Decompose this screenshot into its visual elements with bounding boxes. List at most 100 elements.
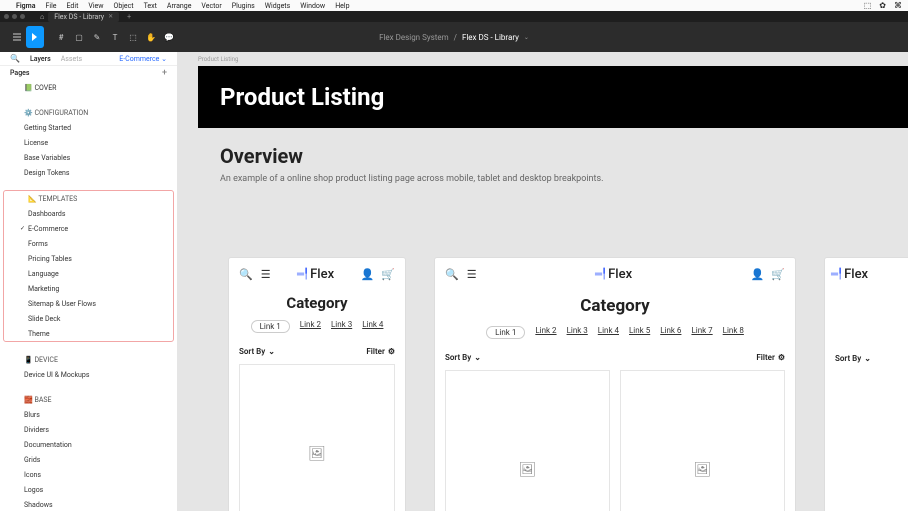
frame-label[interactable]: Product Listing — [198, 56, 238, 63]
filter-icon: ⚙ — [778, 353, 785, 362]
page-item[interactable]: Marketing — [4, 281, 173, 296]
page-item-selected[interactable]: ✓E-Commerce — [4, 221, 173, 236]
menu-item[interactable]: Object — [114, 2, 134, 10]
menu-item[interactable]: Window — [300, 2, 325, 10]
page-item[interactable]: Dashboards — [4, 206, 173, 221]
frame-desktop[interactable]: ═╿Flex Sort By ⌄ — [824, 257, 908, 511]
page-item[interactable]: Design Tokens — [0, 165, 177, 180]
menu-item[interactable]: Figma — [16, 2, 36, 10]
page-section[interactable]: 📐 TEMPLATES — [4, 191, 173, 206]
page-dropdown[interactable]: E-Commerce ⌄ — [119, 55, 167, 63]
page-item[interactable]: Getting Started — [0, 120, 177, 135]
nav-link[interactable]: Link 4 — [362, 320, 383, 333]
nav-link[interactable]: Link 3 — [331, 320, 352, 333]
nav-link[interactable]: Link 7 — [691, 326, 712, 339]
resource-tool[interactable]: ⬚ — [124, 26, 142, 48]
page-item[interactable]: Slide Deck — [4, 311, 173, 326]
page-item[interactable]: Language — [4, 266, 173, 281]
canvas[interactable]: Product Listing Product Listing Overview… — [178, 52, 908, 511]
nav-link[interactable]: Link 2 — [535, 326, 556, 339]
search-icon[interactable]: 🔍 — [445, 268, 459, 281]
user-icon[interactable]: 👤 — [361, 268, 375, 281]
menu-icon[interactable] — [8, 26, 26, 48]
sort-by-dropdown[interactable]: Sort By ⌄ — [239, 347, 275, 356]
page-item[interactable]: Documentation — [0, 437, 177, 452]
nav-link[interactable]: Link 2 — [300, 320, 321, 333]
page-item[interactable]: Dividers — [0, 422, 177, 437]
breadcrumb-parent[interactable]: Flex Design System — [379, 33, 449, 42]
assets-tab[interactable]: Assets — [61, 55, 82, 63]
menu-icon[interactable]: ☰ — [261, 268, 271, 281]
page-item[interactable]: Pricing Tables — [4, 251, 173, 266]
page-item[interactable]: Grids — [0, 452, 177, 467]
product-card[interactable]: 🖼 — [445, 370, 610, 511]
sort-by-dropdown[interactable]: Sort By ⌄ — [835, 354, 871, 363]
traffic-lights[interactable] — [4, 14, 25, 19]
frame-tablet[interactable]: 🔍 ☰ ═╿Flex 👤 🛒 Category Link 1 Link 2 Li… — [434, 257, 796, 511]
menu-item[interactable]: Text — [144, 2, 157, 10]
page-item[interactable]: Blurs — [0, 407, 177, 422]
menu-item[interactable]: Arrange — [167, 2, 192, 10]
breadcrumb-current[interactable]: Flex DS - Library — [462, 33, 519, 42]
page-item[interactable]: License — [0, 135, 177, 150]
shape-tool[interactable]: ▢ — [70, 26, 88, 48]
close-icon[interactable]: ✕ — [108, 13, 113, 20]
menu-item[interactable]: View — [88, 2, 103, 10]
user-icon[interactable]: 👤 — [751, 268, 765, 281]
sort-by-dropdown[interactable]: Sort By ⌄ — [445, 353, 481, 362]
filter-icon: ⚙ — [388, 347, 395, 356]
tab-title: Flex DS - Library — [54, 13, 104, 21]
frame-mobile[interactable]: 🔍 ☰ ═╿Flex 👤 🛒 Category Link 1 Link 2 Li… — [228, 257, 406, 511]
menu-icon[interactable]: ☰ — [467, 268, 477, 281]
filter-button[interactable]: Filter ⚙ — [756, 353, 785, 362]
page-item[interactable]: Shadows — [0, 497, 177, 511]
search-icon[interactable]: 🔍 — [10, 54, 20, 63]
product-card[interactable]: 🖼 — [239, 364, 395, 511]
menu-item[interactable]: Edit — [67, 2, 79, 10]
nav-link[interactable]: Link 5 — [629, 326, 650, 339]
move-tool[interactable] — [26, 26, 44, 48]
comment-tool[interactable]: 💬 — [160, 26, 178, 48]
nav-link[interactable]: Link 1 — [251, 320, 290, 333]
text-tool[interactable]: T — [106, 26, 124, 48]
page-item[interactable]: Theme — [4, 326, 173, 341]
breadcrumb[interactable]: Flex Design System / Flex DS - Library ⌄ — [379, 33, 529, 42]
page-item[interactable]: Base Variables — [0, 150, 177, 165]
page-item[interactable]: Icons — [0, 467, 177, 482]
chevron-down-icon: ⌄ — [864, 354, 871, 363]
page-section[interactable]: 🧱 BASE — [0, 392, 177, 407]
filter-button[interactable]: Filter ⚙ — [366, 347, 395, 356]
page-section[interactable]: ⚙️ CONFIGURATION — [0, 105, 177, 120]
menu-item[interactable]: Widgets — [265, 2, 290, 10]
frame-tool[interactable]: # — [52, 26, 70, 48]
add-page-button[interactable]: + — [162, 68, 167, 78]
page-item[interactable]: Device UI & Mockups — [0, 367, 177, 382]
menu-item[interactable]: Plugins — [232, 2, 255, 10]
nav-link[interactable]: Link 1 — [486, 326, 525, 339]
product-card[interactable]: 🖼 — [620, 370, 785, 511]
page-item[interactable]: Forms — [4, 236, 173, 251]
nav-link[interactable]: Link 8 — [723, 326, 744, 339]
layers-tab[interactable]: Layers — [30, 55, 51, 63]
status-icon: ⌘ — [894, 1, 902, 10]
nav-link[interactable]: Link 3 — [567, 326, 588, 339]
home-icon[interactable]: ⌂ — [40, 13, 44, 21]
menu-item[interactable]: File — [46, 2, 57, 10]
hand-tool[interactable]: ✋ — [142, 26, 160, 48]
page-section[interactable]: 📱 DEVICE — [0, 352, 177, 367]
status-icon: ✿ — [879, 1, 886, 10]
pen-tool[interactable]: ✎ — [88, 26, 106, 48]
page-item[interactable]: Logos — [0, 482, 177, 497]
chevron-down-icon[interactable]: ⌄ — [524, 34, 529, 41]
menu-item[interactable]: Help — [335, 2, 349, 10]
menu-item[interactable]: Vector — [201, 2, 221, 10]
page-item[interactable]: Sitemap & User Flows — [4, 296, 173, 311]
search-icon[interactable]: 🔍 — [239, 268, 253, 281]
cart-icon[interactable]: 🛒 — [381, 268, 395, 281]
new-tab[interactable]: + — [123, 13, 135, 21]
nav-link[interactable]: Link 4 — [598, 326, 619, 339]
nav-link[interactable]: Link 6 — [660, 326, 681, 339]
cart-icon[interactable]: 🛒 — [771, 268, 785, 281]
file-tab[interactable]: Flex DS - Library ✕ — [48, 12, 119, 22]
page-item[interactable]: 📗 COVER — [0, 80, 177, 95]
